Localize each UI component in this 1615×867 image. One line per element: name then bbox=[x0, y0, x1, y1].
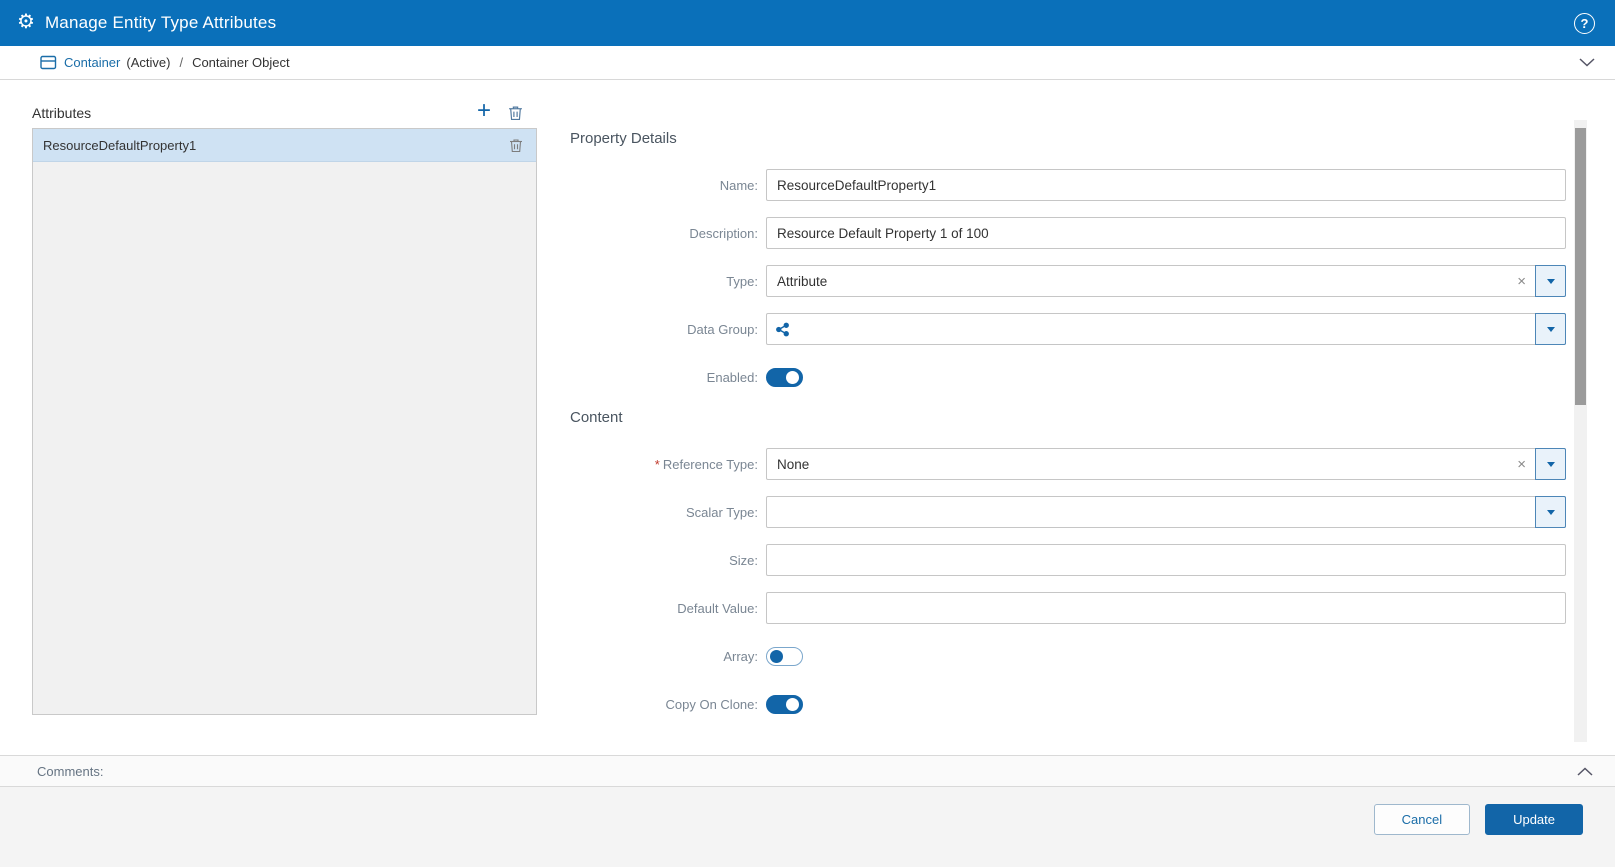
property-details-heading: Property Details bbox=[570, 130, 677, 147]
breadcrumb-current: Container Object bbox=[192, 55, 290, 70]
copy-on-clone-row: Copy On Clone: bbox=[570, 688, 1566, 720]
row-delete-icon[interactable] bbox=[509, 138, 523, 153]
footer-action-bar: Cancel Update bbox=[0, 787, 1615, 867]
size-label: Size: bbox=[729, 552, 758, 568]
manage-entity-type-attributes-window: ⚙ Manage Entity Type Attributes ? Contai… bbox=[0, 0, 1615, 867]
data-group-label: Data Group: bbox=[687, 321, 758, 337]
type-combobox: × bbox=[766, 265, 1566, 297]
scrollbar-thumb[interactable] bbox=[1575, 128, 1586, 405]
required-asterisk: * bbox=[654, 456, 660, 472]
attribute-name: ResourceDefaultProperty1 bbox=[43, 137, 197, 153]
array-toggle[interactable] bbox=[766, 646, 803, 666]
comments-section: Comments: bbox=[0, 755, 1615, 787]
copy-on-clone-toggle[interactable] bbox=[766, 694, 803, 714]
caret-down-icon bbox=[1546, 461, 1555, 467]
chevron-up-icon[interactable] bbox=[1577, 766, 1593, 776]
chevron-down-icon[interactable] bbox=[1579, 58, 1595, 67]
default-value-input[interactable] bbox=[766, 592, 1566, 624]
scalar-type-label: Scalar Type: bbox=[685, 504, 758, 520]
type-input[interactable] bbox=[767, 266, 1509, 296]
array-row: Array: bbox=[570, 640, 1566, 672]
scalar-type-dropdown-button[interactable] bbox=[1535, 496, 1566, 528]
toggle-knob bbox=[786, 370, 799, 384]
reference-type-label: * Reference Type: bbox=[654, 456, 758, 472]
caret-down-icon bbox=[1546, 326, 1555, 332]
breadcrumb: Container (Active) / Container Object bbox=[0, 46, 1615, 80]
data-group-dropdown-button[interactable] bbox=[1535, 313, 1566, 345]
array-label: Array: bbox=[723, 648, 758, 664]
reference-type-dropdown-button[interactable] bbox=[1535, 448, 1566, 480]
breadcrumb-entity-link[interactable]: Container bbox=[64, 55, 120, 70]
toggle-knob bbox=[786, 697, 799, 711]
breadcrumb-separator: / bbox=[179, 55, 184, 70]
title-bar: ⚙ Manage Entity Type Attributes ? bbox=[0, 0, 1615, 46]
name-input[interactable] bbox=[766, 169, 1566, 201]
list-item[interactable]: ResourceDefaultProperty1 bbox=[33, 129, 536, 162]
enabled-row: Enabled: bbox=[570, 361, 1566, 393]
caret-down-icon bbox=[1546, 509, 1555, 515]
content-heading: Content bbox=[570, 409, 623, 426]
size-input[interactable] bbox=[766, 544, 1566, 576]
cancel-button[interactable]: Cancel bbox=[1373, 804, 1471, 835]
name-row: Name: bbox=[570, 169, 1566, 201]
vertical-scrollbar[interactable] bbox=[1574, 120, 1587, 742]
reference-type-row: *Reference Type: × bbox=[570, 448, 1566, 480]
description-row: Description: bbox=[570, 217, 1566, 249]
enabled-label: Enabled: bbox=[706, 369, 758, 385]
help-icon[interactable]: ? bbox=[1574, 12, 1595, 34]
attributes-header: Attributes + bbox=[32, 80, 537, 128]
update-button[interactable]: Update bbox=[1485, 804, 1583, 835]
enabled-toggle[interactable] bbox=[766, 367, 803, 387]
data-group-share-icon bbox=[767, 322, 790, 337]
add-attribute-button[interactable]: + bbox=[477, 99, 491, 123]
copy-on-clone-label: Copy On Clone: bbox=[665, 696, 759, 712]
scalar-type-input[interactable] bbox=[767, 497, 1535, 527]
attributes-list: ResourceDefaultProperty1 bbox=[32, 128, 537, 715]
comments-label: Comments: bbox=[37, 763, 104, 779]
data-group-combobox bbox=[766, 313, 1566, 345]
description-label: Description: bbox=[689, 225, 758, 241]
data-group-input[interactable] bbox=[790, 314, 1535, 344]
name-label: Name: bbox=[719, 177, 758, 193]
data-group-row: Data Group: bbox=[570, 313, 1566, 345]
default-value-row: Default Value: bbox=[570, 592, 1566, 624]
reference-type-input[interactable] bbox=[767, 449, 1509, 479]
property-details-panel: Property Details Name: Description: Type… bbox=[570, 80, 1615, 755]
default-value-label: Default Value: bbox=[677, 600, 758, 616]
reference-type-clear-icon[interactable]: × bbox=[1508, 457, 1535, 472]
type-row: Type: × bbox=[570, 265, 1566, 297]
delete-attribute-button[interactable] bbox=[508, 105, 523, 121]
toggle-knob bbox=[770, 649, 783, 663]
attributes-title: Attributes bbox=[32, 105, 92, 121]
size-row: Size: bbox=[570, 544, 1566, 576]
main-content: Attributes + ResourceDefaultProperty1 Pr… bbox=[0, 80, 1615, 755]
attributes-panel: Attributes + ResourceDefaultProperty1 bbox=[32, 80, 537, 755]
scalar-type-combobox bbox=[766, 496, 1566, 528]
scalar-type-row: Scalar Type: bbox=[570, 496, 1566, 528]
page-title: Manage Entity Type Attributes bbox=[44, 13, 277, 32]
type-dropdown-button[interactable] bbox=[1535, 265, 1566, 297]
container-icon bbox=[40, 55, 57, 70]
reference-type-combobox: × bbox=[766, 448, 1566, 480]
description-input[interactable] bbox=[766, 217, 1566, 249]
gear-icon: ⚙ bbox=[17, 11, 35, 33]
type-clear-icon[interactable]: × bbox=[1508, 274, 1535, 289]
breadcrumb-status: (Active) bbox=[126, 55, 171, 70]
type-label: Type: bbox=[726, 273, 758, 289]
caret-down-icon bbox=[1546, 278, 1555, 284]
